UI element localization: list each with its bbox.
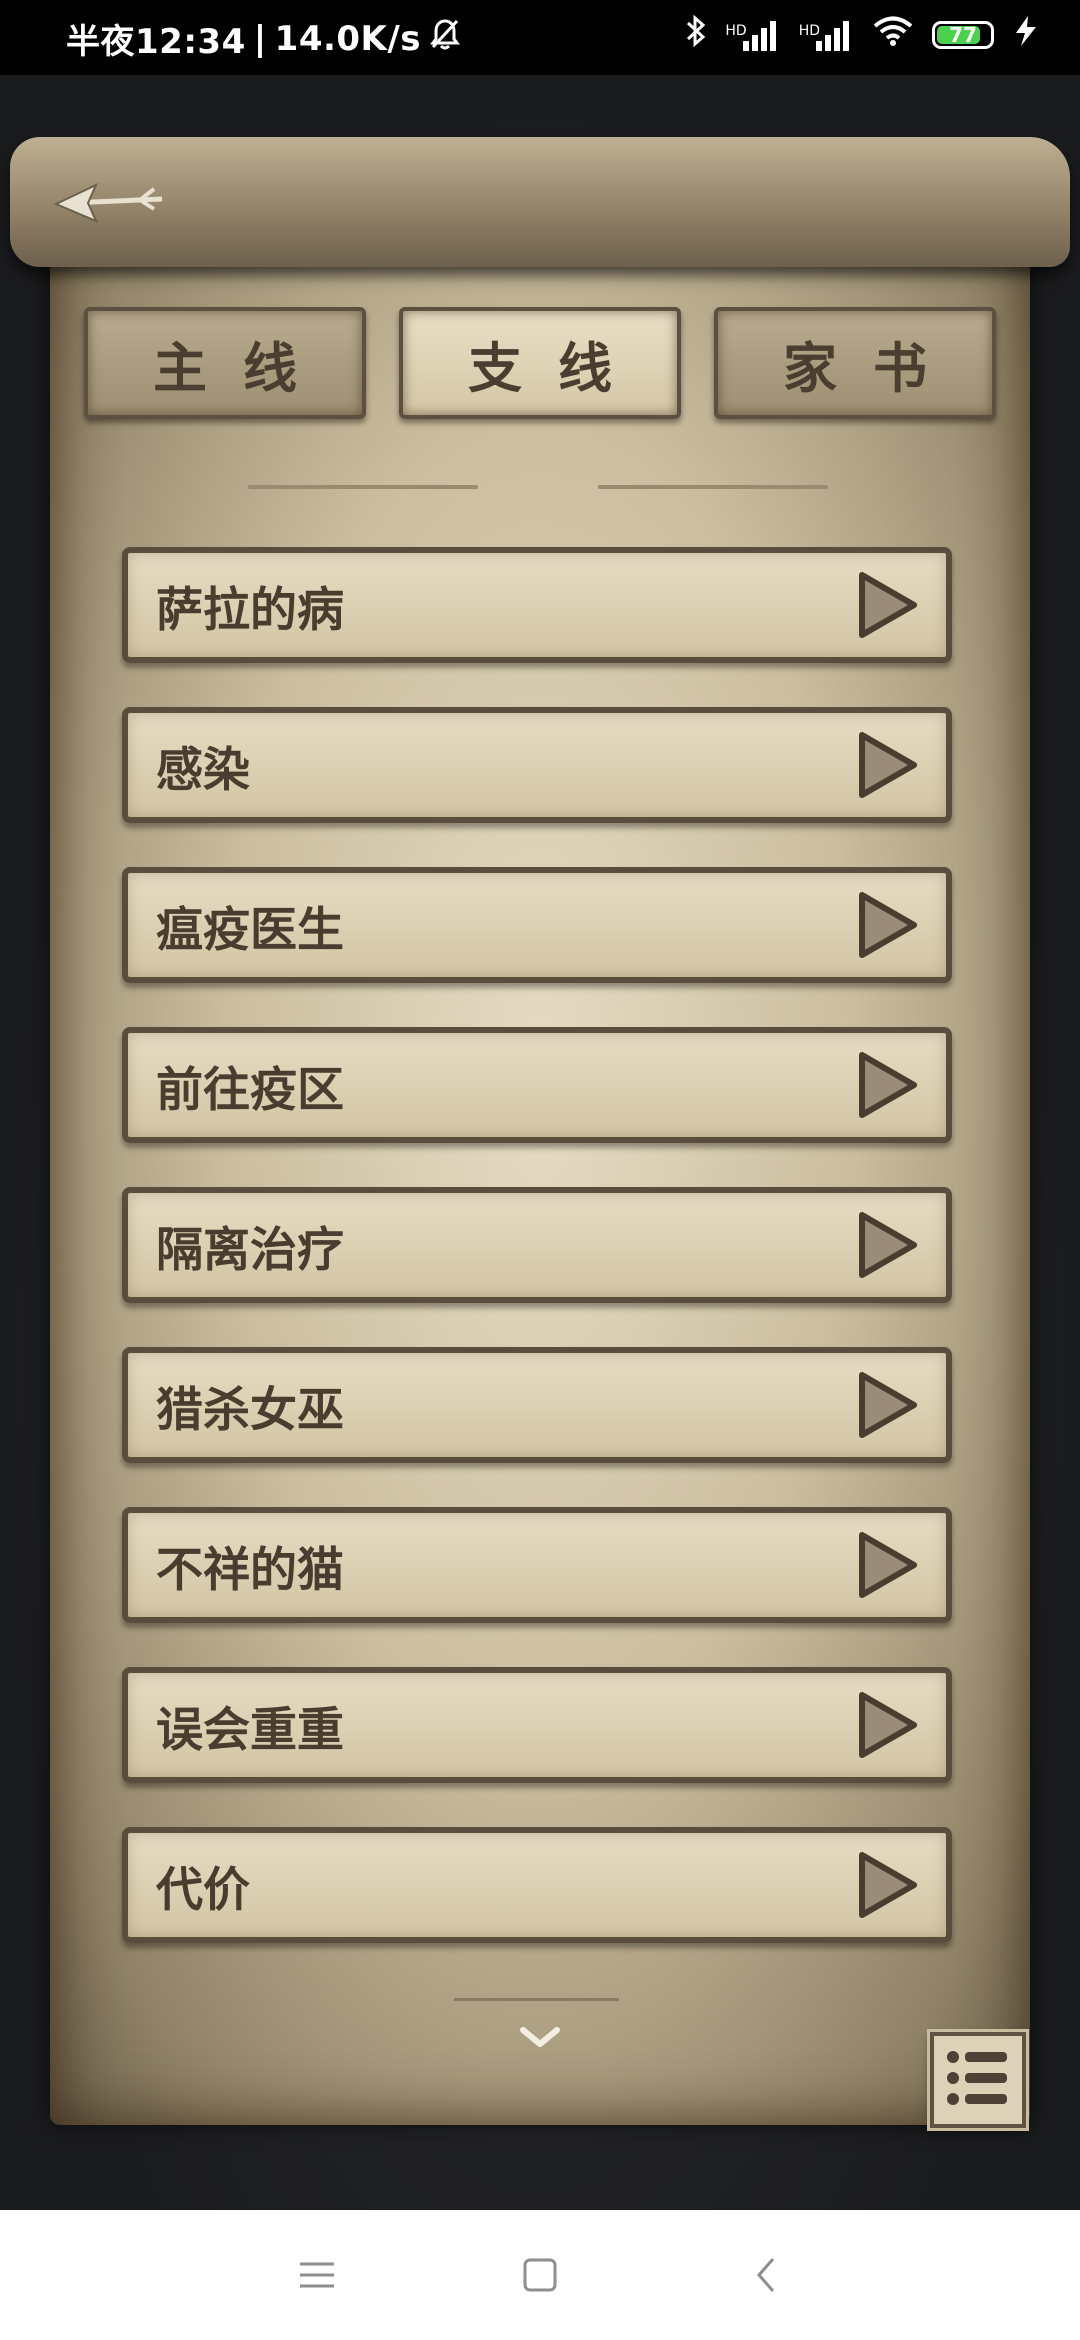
quest-label: 萨拉的病 (156, 582, 344, 638)
play-triangle-icon (856, 889, 920, 961)
status-time: 半夜12:34 (66, 22, 246, 62)
tab-letters[interactable]: 家书 (714, 307, 996, 419)
quest-label: 感染 (156, 742, 250, 798)
play-triangle-icon (856, 569, 920, 641)
list-end-divider (454, 1998, 619, 2001)
status-right: HD HD 77 (685, 14, 1040, 55)
nav-home-button[interactable] (515, 2250, 565, 2300)
quest-item[interactable]: 不祥的猫 (122, 1507, 952, 1623)
quest-item[interactable]: 隔离治疗 (122, 1187, 952, 1303)
play-triangle-icon (856, 729, 920, 801)
battery-level: 77 (949, 22, 977, 47)
chevron-down-icon (515, 2027, 565, 2064)
divider-ornament-right (598, 485, 828, 489)
list-menu-icon (943, 2047, 1013, 2113)
play-triangle-icon (856, 1049, 920, 1121)
square-icon (515, 2258, 565, 2304)
quest-label: 前往疫区 (156, 1062, 344, 1118)
quest-list: 萨拉的病 感染 瘟疫医生 前往疫区 隔离治疗 猎杀女巫 不祥的猫 误会重重 代价 (122, 547, 952, 1987)
quest-item[interactable]: 感染 (122, 707, 952, 823)
quest-item[interactable]: 误会重重 (122, 1667, 952, 1783)
tab-label: 家书 (783, 335, 963, 400)
mute-bell-icon (429, 17, 461, 60)
chevron-left-icon (743, 2258, 793, 2304)
signal-1-icon: HD (725, 19, 780, 51)
tab-bar: 主线 支线 家书 (84, 307, 996, 427)
menu-button[interactable] (930, 2032, 1026, 2128)
quest-item[interactable]: 代价 (122, 1827, 952, 1943)
quest-label: 不祥的猫 (156, 1542, 344, 1598)
play-triangle-icon (856, 1529, 920, 1601)
quest-label: 瘟疫医生 (156, 902, 344, 958)
back-button[interactable] (45, 170, 175, 240)
scroll-more-button[interactable] (515, 2020, 565, 2060)
nav-back-button[interactable] (743, 2250, 793, 2300)
charging-icon (1012, 14, 1040, 55)
tab-label: 主线 (153, 335, 333, 400)
quest-label: 隔离治疗 (156, 1222, 344, 1278)
tab-side-quest[interactable]: 支线 (399, 307, 681, 419)
quest-label: 代价 (156, 1862, 250, 1918)
quest-label: 误会重重 (156, 1702, 344, 1758)
quest-item[interactable]: 萨拉的病 (122, 547, 952, 663)
quest-item[interactable]: 瘟疫医生 (122, 867, 952, 983)
status-left: 半夜12:34 | 14.0K/s (66, 14, 461, 63)
divider-ornament-left (248, 485, 478, 489)
hamburger-icon (292, 2262, 342, 2304)
nav-recents-button[interactable] (292, 2250, 342, 2300)
status-network-speed: 14.0K/s (274, 18, 422, 59)
tab-main-quest[interactable]: 主线 (84, 307, 366, 419)
tab-label: 支线 (468, 335, 648, 400)
quest-label: 猎杀女巫 (156, 1382, 344, 1438)
play-triangle-icon (856, 1369, 920, 1441)
arrow-left-icon (50, 171, 170, 239)
play-triangle-icon (856, 1689, 920, 1761)
status-bar: 半夜12:34 | 14.0K/s HD HD 77 (0, 0, 1080, 75)
play-triangle-icon (856, 1849, 920, 1921)
battery-indicator: 77 (932, 20, 994, 49)
quest-item[interactable]: 前往疫区 (122, 1027, 952, 1143)
wifi-icon (872, 15, 914, 54)
quest-item[interactable]: 猎杀女巫 (122, 1347, 952, 1463)
system-nav-bar (0, 2210, 1080, 2340)
status-divider: | (253, 18, 267, 59)
bluetooth-icon (685, 14, 707, 55)
game-screen: 主线 支线 家书 萨拉的病 感染 瘟疫医生 前往疫区 隔离治疗 猎杀女巫 不祥的… (0, 75, 1080, 2210)
play-triangle-icon (856, 1209, 920, 1281)
signal-2-icon: HD (799, 19, 854, 51)
